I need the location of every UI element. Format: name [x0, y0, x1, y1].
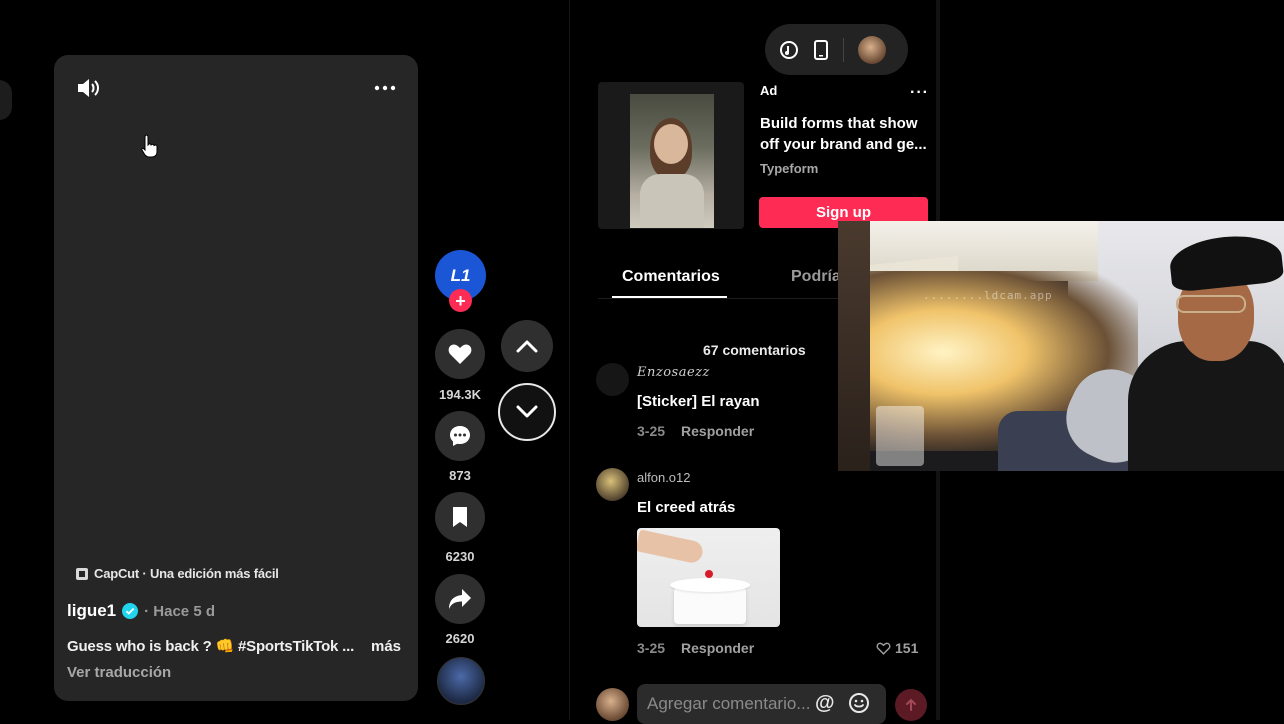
webcam-overlay: ........ldcam.app: [838, 221, 1284, 471]
pill-divider: [843, 37, 844, 62]
webcam-person-glasses: [1176, 295, 1246, 313]
top-controls-pill: [765, 24, 908, 75]
reply-button[interactable]: Responder: [681, 640, 754, 656]
comment-button[interactable]: [435, 411, 485, 461]
reply-button[interactable]: Responder: [681, 423, 754, 439]
more-options-icon[interactable]: [374, 79, 396, 97]
image-hand: [637, 529, 705, 565]
comment-count: 873: [449, 468, 471, 483]
column-divider: [569, 0, 570, 720]
comment-username[interactable]: Enzosaezz: [637, 365, 710, 380]
video-caption: Guess who is back ? 👊 #SportsTikTok ...: [67, 638, 355, 655]
comment-meta: 3-25 Responder: [637, 423, 754, 439]
volume-icon[interactable]: [76, 77, 102, 99]
send-comment-button[interactable]: [895, 689, 927, 721]
arrow-up-icon: [906, 698, 916, 711]
capcut-text: CapCut · Una edición más fácil: [94, 566, 279, 581]
author-row: ligue1 · Hace 5 d: [67, 601, 215, 621]
posted-time: · Hace 5 d: [144, 602, 215, 620]
ad-title-line-2: off your brand and ge...: [760, 136, 927, 153]
current-user-avatar: [596, 688, 629, 721]
chevron-up-icon: [516, 340, 538, 353]
mention-icon[interactable]: @: [815, 692, 835, 715]
chevron-down-icon: [516, 405, 538, 418]
bookmark-icon: [453, 507, 467, 527]
comment-sticker-image[interactable]: [637, 528, 780, 627]
profile-avatar[interactable]: [858, 35, 886, 64]
collapsed-side-tab[interactable]: [0, 80, 12, 120]
ad-photo: [630, 94, 714, 228]
tab-comments[interactable]: Comentarios: [622, 268, 720, 286]
comment-bubble-icon: [450, 426, 470, 446]
image-cake-top: [670, 578, 750, 592]
like-count: 194.3K: [439, 387, 481, 402]
author-name[interactable]: ligue1: [67, 601, 116, 621]
next-video-button[interactable]: [498, 383, 556, 441]
ad-photo-body: [640, 174, 704, 228]
ad-photo-face: [654, 124, 688, 164]
comment-like-count: 151: [895, 640, 919, 656]
webcam-watermark: ........ldcam.app: [923, 289, 1053, 302]
ad-thumbnail[interactable]: [598, 82, 744, 229]
verified-icon: [122, 603, 139, 619]
tab-you-may-like[interactable]: Podría: [791, 268, 841, 286]
music-note-icon[interactable]: [779, 40, 799, 60]
comment-text: [Sticker] El rayan: [637, 393, 760, 410]
see-translation-link[interactable]: Ver traducción: [67, 664, 171, 681]
webcam-side-strip: [838, 221, 870, 471]
save-count: 6230: [445, 549, 475, 564]
comment-like[interactable]: 151: [876, 640, 918, 656]
emoji-icon[interactable]: [848, 692, 870, 714]
share-button[interactable]: [435, 574, 485, 624]
ad-title[interactable]: Build forms that show off your brand and…: [760, 113, 930, 155]
heart-outline-icon: [876, 642, 891, 655]
creator-avatar-text: L1: [450, 265, 471, 285]
video-player[interactable]: CapCut · Una edición más fácil ligue1 · …: [54, 55, 418, 701]
capcut-label[interactable]: CapCut · Una edición más fácil: [76, 566, 279, 581]
image-cherry: [705, 570, 713, 578]
comments-count: 67 comentarios: [703, 342, 806, 358]
hand-cursor-icon: [141, 134, 158, 158]
active-tab-indicator: [612, 296, 727, 298]
ad-title-line-1: Build forms that show: [760, 115, 918, 132]
heart-icon: [448, 344, 472, 364]
capcut-icon: [76, 567, 88, 580]
comment-text: El creed atrás: [637, 499, 736, 516]
comment-meta: 3-25 Responder: [637, 640, 754, 656]
comment-avatar[interactable]: [596, 363, 629, 396]
ad-more-options-icon[interactable]: ···: [910, 84, 929, 102]
music-disc-avatar[interactable]: [437, 657, 485, 705]
comment-date: 3-25: [637, 423, 666, 439]
mobile-icon[interactable]: [813, 39, 829, 60]
share-arrow-icon: [449, 589, 471, 609]
ad-label: Ad: [760, 83, 778, 98]
follow-plus-icon[interactable]: +: [449, 289, 472, 312]
comment-avatar[interactable]: [596, 468, 629, 501]
save-button[interactable]: [435, 492, 485, 542]
caption-more-link[interactable]: más: [371, 638, 401, 655]
comment-username[interactable]: alfon.o12: [637, 470, 691, 485]
comment-date: 3-25: [637, 640, 666, 656]
share-count: 2620: [445, 631, 475, 646]
previous-video-button[interactable]: [501, 320, 553, 372]
webcam-jar: [876, 406, 924, 466]
ad-brand[interactable]: Typeform: [760, 161, 818, 176]
like-button[interactable]: [435, 329, 485, 379]
